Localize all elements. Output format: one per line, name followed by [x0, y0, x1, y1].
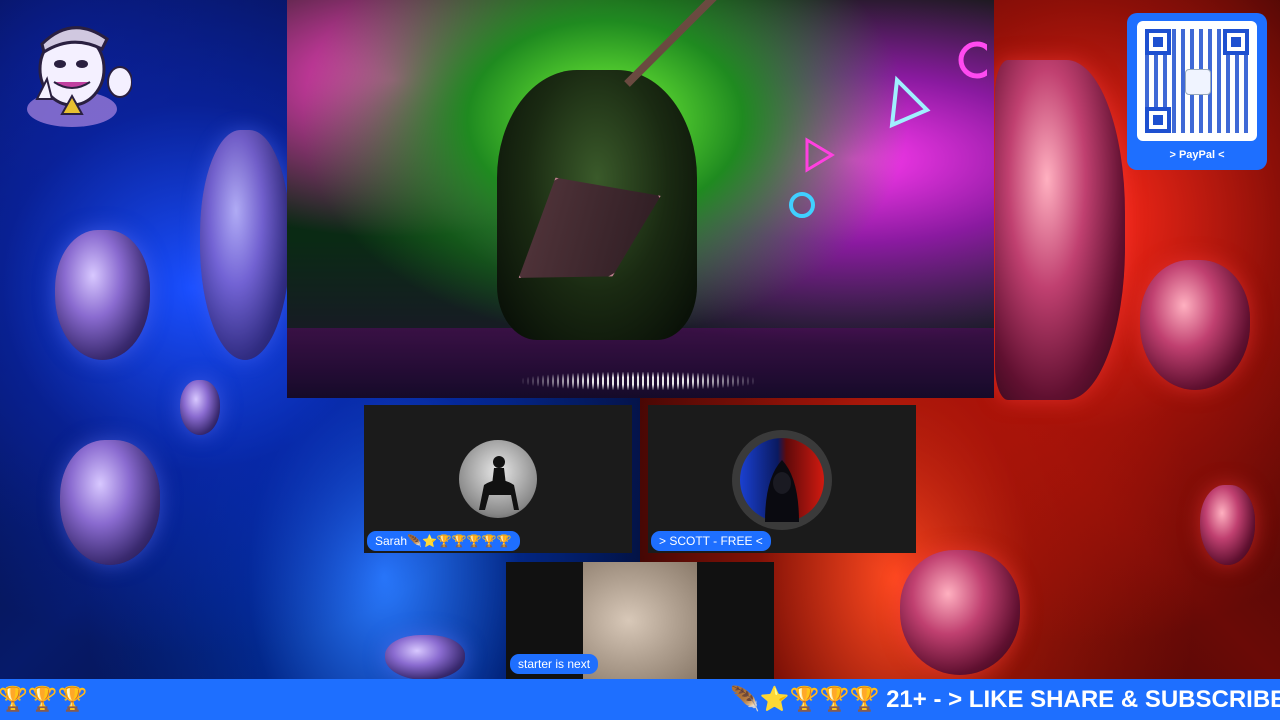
ticker-text-left: 🏆🏆🏆: [0, 686, 88, 713]
mask-decoration: [60, 440, 160, 565]
hooded-figure-icon: [765, 460, 799, 522]
main-artwork: [287, 0, 994, 398]
video-feed: [583, 562, 697, 679]
mask-decoration: [900, 550, 1020, 675]
avatar: [732, 430, 832, 530]
mask-decoration: [1140, 260, 1250, 390]
mask-decoration: [180, 380, 220, 435]
qr-label: > PayPal <: [1169, 149, 1225, 161]
avatar: [459, 440, 537, 518]
participant-name: starter is next: [510, 654, 599, 674]
qr-code: [1137, 21, 1257, 141]
participant-tile[interactable]: > SCOTT - FREE <: [648, 405, 916, 553]
mask-decoration: [200, 130, 290, 360]
audio-waveform: [522, 372, 757, 390]
mask-decoration: [385, 635, 465, 680]
channel-logo: [22, 14, 133, 134]
qr-finder-icon: [1145, 107, 1171, 133]
qr-finder-icon: [1145, 29, 1171, 55]
participant-name: > SCOTT - FREE <: [651, 531, 771, 551]
ticker-bar: 🏆🏆🏆 🪶⭐🏆🏆🏆 21+ - > LIKE SHARE & SUBSCRIBE: [0, 679, 1280, 720]
guitar-neck: [624, 0, 722, 87]
neon-shapes: [789, 41, 987, 218]
ticker-text-right: 🪶⭐🏆🏆🏆 21+ - > LIKE SHARE & SUBSCRIBE: [730, 686, 1280, 713]
qr-finder-icon: [1223, 29, 1249, 55]
participant-tile[interactable]: starter is next: [506, 562, 774, 679]
participant-name: Sarah🪶⭐🏆🏆🏆🏆🏆: [367, 531, 520, 551]
mask-decoration: [995, 60, 1125, 400]
qr-logo-icon: [1185, 69, 1211, 95]
mask-decoration: [55, 230, 150, 360]
paypal-qr-card[interactable]: > PayPal <: [1127, 13, 1267, 170]
mask-decoration: [1200, 485, 1255, 565]
participant-tile[interactable]: Sarah🪶⭐🏆🏆🏆🏆🏆: [364, 405, 632, 553]
